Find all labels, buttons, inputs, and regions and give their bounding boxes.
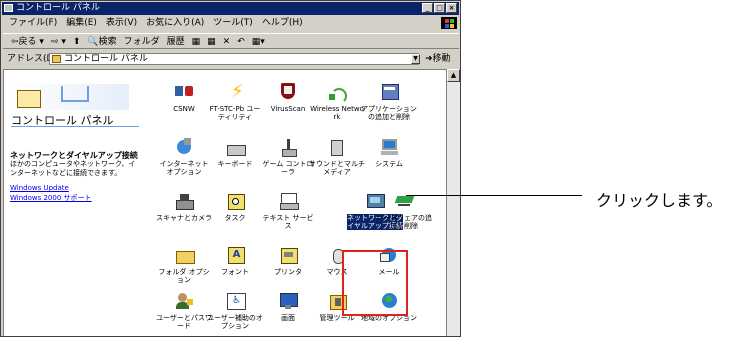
cp-item-internet-options[interactable]: インターネット オプション (156, 137, 212, 176)
content-pane: コントロール パネル ネットワークとダイヤルアップ接続 ほかのコンピュータやネッ… (3, 69, 447, 336)
cp-item-csnw[interactable]: CSNW (156, 82, 212, 113)
scroll-up-button[interactable]: ▲ (447, 69, 460, 82)
sidebar-banner: コントロール パネル (9, 84, 139, 127)
up-button[interactable]: ⬆ (73, 34, 81, 48)
control-panel-icon (52, 55, 61, 63)
go-button[interactable]: ➜移動 (425, 51, 451, 67)
menu-edit[interactable]: 編集(E) (66, 16, 97, 31)
cp-item-game-controllers[interactable]: ゲーム コントローラ (260, 137, 316, 176)
undo-button[interactable]: ↶ (237, 34, 245, 48)
delete-button[interactable]: ✕ (223, 34, 231, 48)
window-title: コントロール パネル (16, 3, 100, 13)
callout-leader-line (406, 195, 582, 196)
menu-help[interactable]: ヘルプ(H) (262, 16, 303, 31)
folder-icon (174, 245, 195, 265)
callout-text: クリックします。 (596, 191, 723, 210)
keyboard-icon (225, 137, 246, 157)
menu-tools[interactable]: ツール(T) (213, 16, 253, 31)
address-value: コントロール パネル (64, 54, 148, 64)
keyboard-monitor-icon (278, 191, 299, 211)
back-button[interactable]: ⇦戻る ▾ (11, 34, 44, 48)
control-panel-icon (17, 90, 41, 108)
cp-item-accessibility-options[interactable]: ♿ ユーザー補助のオプション (207, 291, 263, 330)
vertical-scrollbar[interactable]: ▲ (447, 69, 460, 336)
shield-icon (278, 82, 298, 102)
address-bar: アドレス(D) コントロール パネル ▼ ➜移動 (3, 51, 459, 67)
control-panel-icon (4, 4, 13, 12)
maximize-button[interactable]: □ (434, 3, 445, 13)
joystick-icon (278, 137, 298, 157)
windows-update-link[interactable]: Windows Update (10, 184, 69, 192)
address-input[interactable]: コントロール パネル (49, 53, 419, 65)
cp-item-text-services[interactable]: テキスト サービス (260, 191, 316, 230)
wireless-icon (327, 82, 347, 104)
folders-button[interactable]: フォルダ (124, 34, 160, 48)
copy-to-button[interactable]: ▦ (207, 34, 216, 48)
cp-item-virusscan[interactable]: VirusScan (260, 82, 316, 113)
cp-item-wireless-network[interactable]: Wireless Network (309, 82, 365, 121)
forward-button[interactable]: ⇨ ▾ (51, 34, 66, 48)
cp-item-scanners-cameras[interactable]: スキャナとカメラ (156, 191, 212, 222)
computer-icon (379, 137, 399, 157)
windows-2000-support-link[interactable]: Windows 2000 サポート (10, 193, 92, 203)
cp-item-tasks[interactable]: タスク (207, 191, 263, 222)
menu-view[interactable]: 表示(V) (106, 16, 137, 31)
printer-icon (278, 245, 298, 265)
windows-logo-icon (441, 17, 457, 29)
title-bar[interactable]: コントロール パネル _ □ × (2, 2, 459, 15)
address-dropdown-button[interactable]: ▼ (411, 54, 420, 64)
network-client-icon (174, 82, 194, 102)
menu-favorites[interactable]: お気に入り(A) (146, 16, 204, 31)
lightning-icon: ⚡ (231, 81, 244, 102)
cp-item-display[interactable]: 画面 (260, 291, 316, 322)
divider (11, 126, 139, 127)
hardware-icon (394, 191, 415, 211)
menu-bar: ファイル(F) 編集(E) 表示(V) お気に入り(A) ツール(T) ヘルプ(… (3, 16, 459, 31)
cp-item-add-remove-programs[interactable]: アプリケーションの追加と削除 (361, 82, 417, 121)
highlight-box (342, 250, 408, 316)
history-button[interactable]: 履歴 (167, 34, 185, 48)
toolbar: ⇦戻る ▾ ⇨ ▾ ⬆ 🔍検索 フォルダ 履歴 ▦ ▦ ✕ ↶ ▦▾ (3, 33, 459, 49)
move-to-button[interactable]: ▦ (192, 34, 201, 48)
speaker-icon (327, 137, 347, 157)
decorative-graphic (61, 86, 89, 102)
cp-item-add-remove-hardware[interactable]: ハードウェアの追加と削除 (376, 191, 432, 230)
cp-item-system[interactable]: システム (361, 137, 417, 168)
scheduled-tasks-icon (225, 191, 245, 211)
internet-options-icon (174, 137, 194, 157)
cp-item-ft-stc-pb[interactable]: ⚡ FT-STC-Pb ユーティリティ (207, 81, 263, 122)
cp-item-printers[interactable]: プリンタ (260, 245, 316, 276)
programs-icon (379, 82, 399, 102)
control-panel-window: コントロール パネル _ □ × ファイル(F) 編集(E) 表示(V) お気に… (0, 0, 461, 337)
minimize-button[interactable]: _ (422, 3, 433, 13)
search-button[interactable]: 🔍検索 (87, 34, 116, 48)
cp-item-keyboard[interactable]: キーボード (207, 137, 263, 168)
accessibility-icon: ♿ (225, 291, 246, 311)
cp-item-users-passwords[interactable]: ユーザーとパスワード (156, 291, 212, 330)
users-icon (174, 291, 194, 311)
cp-item-fonts[interactable]: A フォント (207, 245, 263, 276)
fonts-icon: A (225, 245, 245, 265)
scanner-icon (174, 191, 194, 211)
cp-item-sounds-multimedia[interactable]: サウンドとマルチメディア (309, 137, 365, 176)
sidebar-description: ほかのコンピュータやネットワーク、インターネットなどに接続できます。 (10, 160, 136, 177)
cp-item-folder-options[interactable]: フォルダ オプション (156, 245, 212, 284)
views-button[interactable]: ▦▾ (252, 34, 265, 48)
close-button[interactable]: × (446, 3, 457, 13)
menu-file[interactable]: ファイル(F) (9, 16, 57, 31)
display-icon (278, 291, 298, 311)
